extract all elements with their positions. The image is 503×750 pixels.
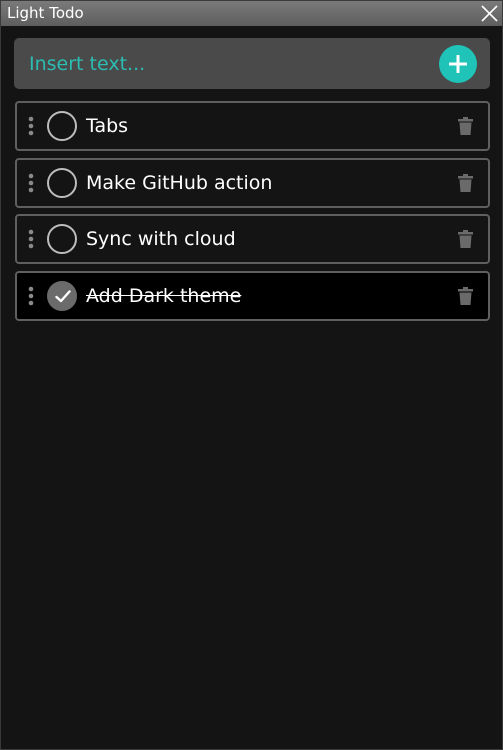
drag-handle-icon — [28, 229, 34, 249]
todo-checkbox-checked[interactable] — [47, 280, 77, 311]
drag-handle-icon — [28, 286, 34, 305]
close-button[interactable] — [476, 1, 502, 26]
window-title: Light Todo — [7, 4, 84, 22]
plus-icon — [449, 54, 467, 73]
drag-handle[interactable] — [20, 103, 42, 149]
trash-icon — [458, 117, 473, 135]
todo-item[interactable]: Make GitHub action — [15, 157, 490, 208]
todo-checkbox[interactable] — [47, 111, 77, 141]
todo-checkbox[interactable] — [47, 167, 77, 198]
new-todo-bar — [14, 38, 490, 89]
title-bar: Light Todo — [1, 1, 502, 26]
delete-button[interactable] — [456, 228, 476, 250]
drag-handle[interactable] — [20, 216, 42, 262]
app-window: Light Todo Tab — [0, 0, 503, 750]
todo-label: Add Dark theme — [86, 284, 242, 307]
checkmark-icon — [55, 289, 71, 302]
drag-handle[interactable] — [20, 273, 42, 319]
delete-button[interactable] — [456, 115, 476, 137]
new-todo-input[interactable] — [29, 52, 409, 75]
drag-handle[interactable] — [20, 160, 42, 206]
todo-label: Sync with cloud — [86, 228, 236, 250]
trash-icon — [458, 173, 473, 192]
trash-icon — [458, 230, 473, 248]
todo-list: Tabs Make GitHub action Sync with cloud … — [15, 101, 490, 327]
delete-button[interactable] — [456, 172, 476, 194]
delete-button[interactable] — [456, 285, 476, 307]
close-icon — [481, 5, 498, 22]
todo-item-completed[interactable]: Add Dark theme — [15, 270, 490, 321]
add-todo-button[interactable] — [439, 44, 477, 83]
todo-checkbox[interactable] — [47, 224, 77, 254]
todo-label: Tabs — [86, 115, 129, 137]
drag-handle-icon — [28, 173, 34, 192]
todo-label: Make GitHub action — [86, 171, 273, 194]
todo-item[interactable]: Sync with cloud — [15, 214, 490, 264]
trash-icon — [458, 286, 473, 305]
todo-item[interactable]: Tabs — [15, 101, 490, 151]
drag-handle-icon — [28, 116, 34, 136]
